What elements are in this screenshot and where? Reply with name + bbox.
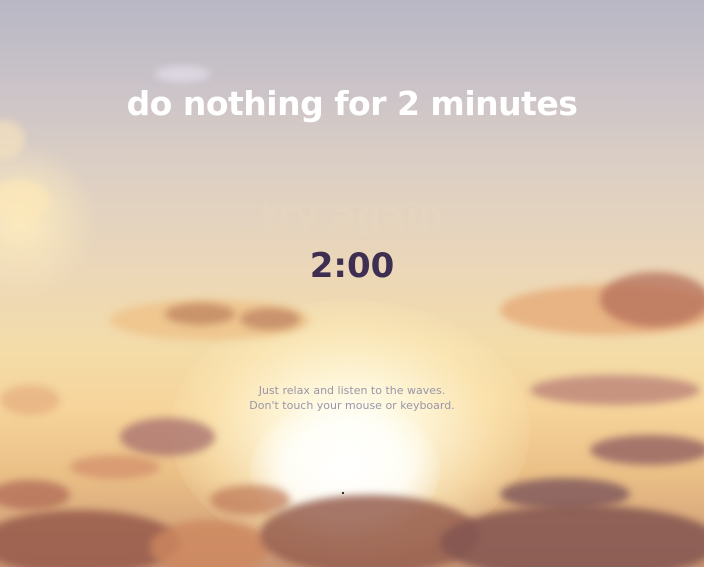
cloud	[0, 480, 70, 510]
instructions: Just relax and listen to the waves. Don'…	[0, 383, 704, 413]
cloud	[155, 66, 210, 82]
cloud	[70, 455, 160, 479]
cloud	[210, 485, 290, 515]
cloud	[120, 418, 215, 456]
try-again-button[interactable]: try again	[0, 196, 704, 237]
instruction-line-relax: Just relax and listen to the waves.	[258, 384, 446, 397]
cloud	[240, 308, 300, 330]
cloud	[165, 303, 235, 325]
instruction-line-no-touch: Don't touch your mouse or keyboard.	[249, 399, 455, 412]
page-title: do nothing for 2 minutes	[126, 84, 578, 123]
mouse-cursor-dot	[342, 492, 344, 494]
cloud	[150, 520, 270, 567]
cloud	[590, 435, 704, 465]
countdown-timer: 2:00	[309, 246, 395, 286]
